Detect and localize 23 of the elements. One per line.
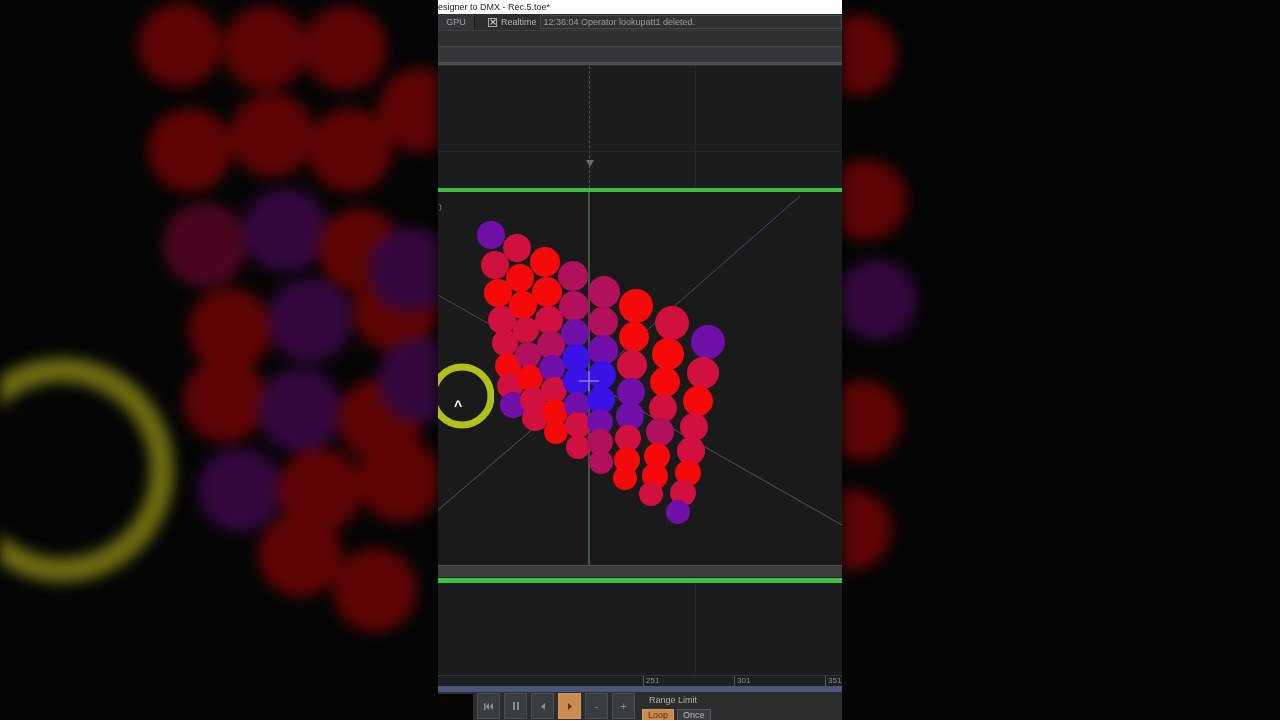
input-field[interactable]	[438, 694, 473, 720]
window-title: esigner to DMX - Rec.5.toe*	[438, 1, 551, 14]
corner-text: )	[439, 202, 442, 211]
skip-to-start-icon	[484, 702, 493, 710]
range-limit-label: Range Limit	[649, 695, 699, 706]
range-option-button[interactable]: Once	[677, 709, 711, 720]
pause-icon	[512, 702, 519, 710]
step-back-button[interactable]	[531, 693, 554, 719]
minus-button[interactable]: -	[585, 693, 608, 719]
checkbox-label[interactable]: Realtime	[501, 17, 537, 27]
triangle-marker-icon	[586, 160, 594, 167]
crosshair-icon	[578, 370, 600, 392]
play-icon	[567, 702, 572, 710]
play-button[interactable]	[558, 693, 581, 719]
caret-glyph: ^	[454, 399, 463, 413]
skip-to-start-button[interactable]	[477, 693, 500, 719]
gpu-button[interactable]: GPU	[438, 14, 475, 30]
realtime-checkbox[interactable]	[488, 17, 497, 27]
pause-button[interactable]	[504, 693, 527, 719]
step-back-icon	[540, 702, 545, 710]
status-message: 12:36:04 Operator lookupatt1 deleted.	[539, 15, 842, 29]
plus-button[interactable]: +	[612, 693, 635, 719]
range-option-button[interactable]: Loop	[642, 709, 675, 720]
